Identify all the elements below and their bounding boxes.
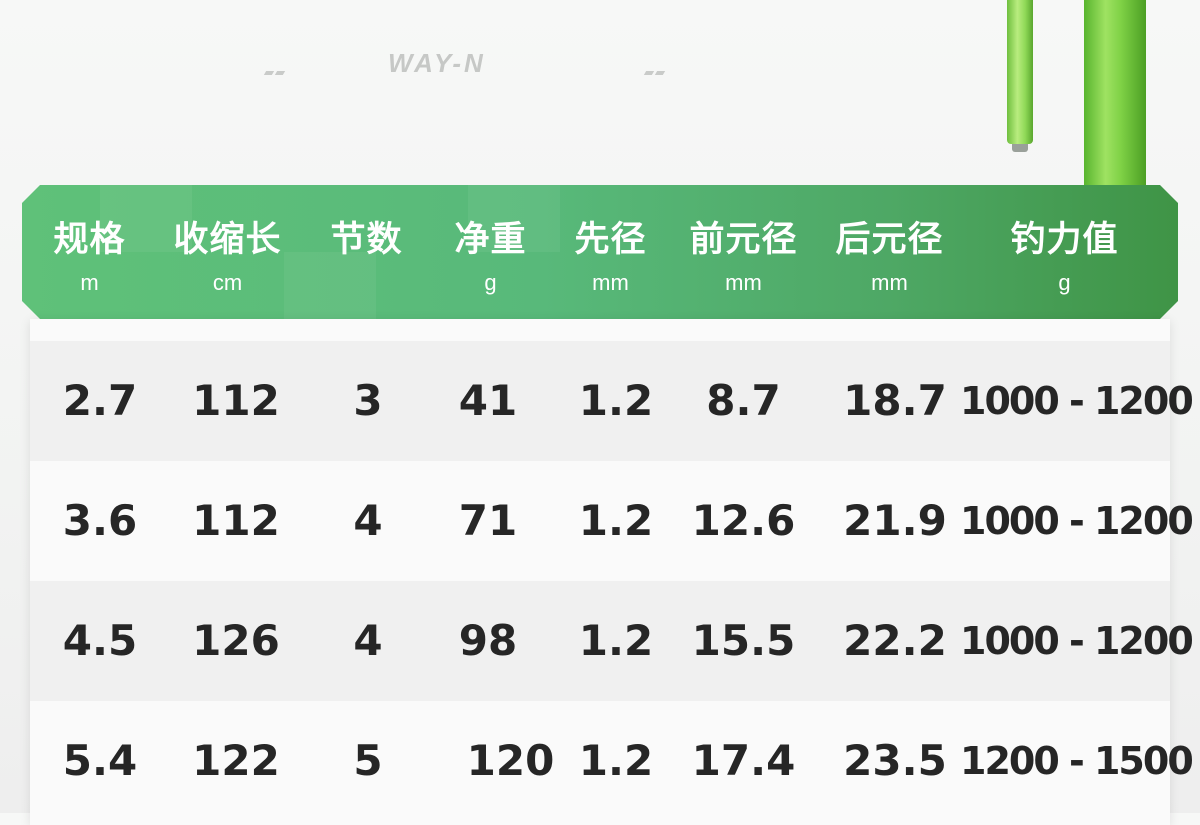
table-row: 5.4 122 5 120 1.2 17.4 23.5 1200 - 1500 [30,701,1194,821]
column-header-label: 后元径 [835,220,944,260]
cell-spec: 4.5 [62,616,138,665]
column-header-unit: mm [592,270,629,295]
column-header-pulling-force: 钓力值 g [982,185,1147,296]
cell-front-diameter: 15.5 [691,616,796,665]
cell-pulling-force: 1000 - 1200 [960,379,1194,423]
cell-sections: 4 [353,616,383,665]
column-header-label: 钓力值 [1010,220,1119,260]
cell-spec: 5.4 [62,736,138,785]
table-header: 规格 m 收缩长 cm 节数 净重 g 先径 mm 前元径 mm 后元径 mm … [22,185,1178,319]
cell-tip-diameter: 1.2 [578,616,654,665]
column-header-net-weight: 净重 g [428,185,553,296]
cell-collapsed-length: 126 [192,616,280,665]
column-header-label: 前元径 [689,220,798,260]
column-header-sections: 节数 [304,185,429,270]
cell-spec: 2.7 [62,376,138,425]
decorative-dash-right [643,60,667,75]
cell-net-weight: 120 [466,736,555,785]
column-header-label: 先径 [574,220,647,260]
cell-front-diameter: 12.6 [691,496,796,545]
column-header-label: 收缩长 [173,220,282,260]
cell-pulling-force: 1000 - 1200 [960,499,1194,543]
column-header-unit: m [80,270,99,295]
table-row: 2.7 112 3 41 1.2 8.7 18.7 1000 - 1200 [30,341,1194,461]
fishing-rod-image-thick [1084,0,1146,190]
cell-sections: 5 [353,736,383,785]
table-row: 3.6 112 4 71 1.2 12.6 21.9 1000 - 1200 [30,461,1194,581]
table-row: 4.5 126 4 98 1.2 15.5 22.2 1000 - 1200 [30,581,1194,701]
cell-collapsed-length: 112 [192,376,280,425]
cell-net-weight: 41 [458,376,518,425]
cell-tip-diameter: 1.2 [578,376,654,425]
cell-sections: 3 [353,376,383,425]
column-header-spec: 规格 m [27,185,152,296]
column-header-unit: cm [212,270,243,295]
column-header-unit: mm [725,270,762,295]
cell-rear-diameter: 21.9 [843,496,947,545]
cell-sections: 4 [353,496,383,545]
column-header-tip-diameter: 先径 mm [548,185,673,296]
column-header-collapsed-length: 收缩长 cm [160,185,295,296]
column-header-unit: mm [871,270,908,295]
cell-spec: 3.6 [62,496,138,545]
cell-net-weight: 71 [458,496,518,545]
spec-table: 规格 m 收缩长 cm 节数 净重 g 先径 mm 前元径 mm 后元径 mm … [22,185,1194,825]
cell-collapsed-length: 122 [192,736,280,785]
cell-collapsed-length: 112 [192,496,280,545]
column-header-front-diameter: 前元径 mm [676,185,811,296]
brand-logo-text: WAY-N [388,48,486,78]
cell-front-diameter: 8.7 [706,376,781,425]
cell-tip-diameter: 1.2 [578,496,654,545]
column-header-label: 规格 [53,220,126,260]
cell-net-weight: 98 [458,616,518,665]
column-header-label: 净重 [454,220,527,260]
cell-rear-diameter: 23.5 [843,736,947,785]
column-header-label: 节数 [330,220,403,260]
cell-tip-diameter: 1.2 [578,736,654,785]
column-header-unit: g [1058,270,1071,295]
rod-end-cap [1012,144,1028,152]
cell-pulling-force: 1200 - 1500 [960,739,1194,783]
column-header-rear-diameter: 后元径 mm [822,185,957,296]
cell-rear-diameter: 18.7 [843,376,947,425]
decorative-dash-left [263,60,287,75]
fishing-rod-image-thin [1007,0,1033,152]
cell-rear-diameter: 22.2 [843,616,947,665]
cell-front-diameter: 17.4 [691,736,796,785]
cell-pulling-force: 1000 - 1200 [960,619,1194,663]
column-header-unit: g [484,270,497,295]
